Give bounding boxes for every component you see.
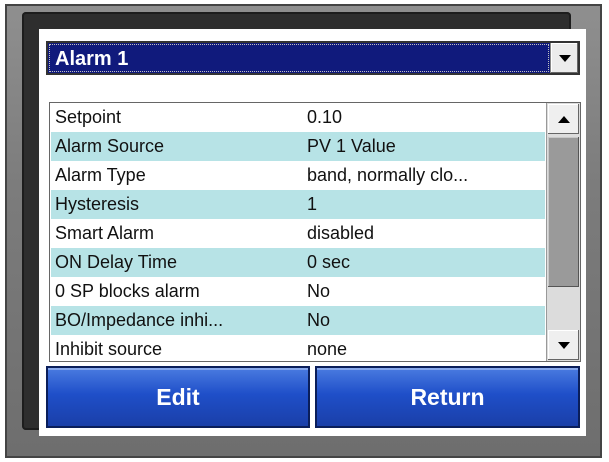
param-name: Setpoint (55, 107, 122, 127)
param-name: ON Delay Time (55, 252, 178, 272)
param-value: 0.10 (307, 107, 343, 127)
param-name: Alarm Source (55, 136, 165, 156)
param-value: PV 1 Value (307, 136, 396, 156)
param-value: 1 (307, 194, 318, 214)
param-name: Hysteresis (55, 194, 140, 214)
param-name: BO/Impedance inhi... (55, 310, 224, 330)
return-button[interactable]: Return (315, 366, 580, 428)
list-item-0sp-blocks-alarm[interactable]: 0 SP blocks alarm No (51, 277, 545, 306)
param-name: 0 SP blocks alarm (55, 281, 200, 301)
scrollbar-thumb[interactable] (548, 137, 579, 287)
list-item-setpoint[interactable]: Setpoint 0.10 (51, 103, 545, 132)
param-value: band, normally clo... (307, 165, 469, 185)
list-item-on-delay-time[interactable]: ON Delay Time 0 sec (51, 248, 545, 277)
param-value: 0 sec (307, 252, 351, 272)
dropdown-arrow-button[interactable] (550, 43, 578, 73)
list-scrollbar[interactable] (546, 103, 580, 361)
param-name: Alarm Type (55, 165, 146, 185)
list-item-smart-alarm[interactable]: Smart Alarm disabled (51, 219, 545, 248)
touch-screen: Alarm 1 Setpoint 0.10 Alarm Source PV 1 … (39, 29, 586, 436)
list-item-alarm-source[interactable]: Alarm Source PV 1 Value (51, 132, 545, 161)
param-name: Inhibit source (55, 339, 163, 359)
param-value: No (307, 281, 331, 301)
param-name: Smart Alarm (55, 223, 155, 243)
scroll-down-icon (557, 341, 570, 349)
parameter-rows: Setpoint 0.10 Alarm Source PV 1 Value Al… (51, 103, 545, 361)
edit-button[interactable]: Edit (46, 366, 310, 428)
list-item-alarm-type[interactable]: Alarm Type band, normally clo... (51, 161, 545, 190)
scroll-up-icon (557, 115, 570, 123)
list-item-bo-impedance-inhibit[interactable]: BO/Impedance inhi... No (51, 306, 545, 335)
param-value: none (307, 339, 348, 359)
param-value: No (307, 310, 331, 330)
chevron-down-icon (558, 54, 571, 62)
param-value: disabled (307, 223, 375, 243)
parameter-list[interactable]: Setpoint 0.10 Alarm Source PV 1 Value Al… (49, 102, 581, 362)
scroll-down-button[interactable] (548, 330, 579, 360)
alarm-select-value[interactable]: Alarm 1 (49, 44, 549, 72)
list-item-hysteresis[interactable]: Hysteresis 1 (51, 190, 545, 219)
alarm-select-dropdown[interactable]: Alarm 1 (46, 41, 580, 75)
list-item-inhibit-source[interactable]: Inhibit source none (51, 335, 545, 361)
scroll-up-button[interactable] (548, 104, 579, 134)
